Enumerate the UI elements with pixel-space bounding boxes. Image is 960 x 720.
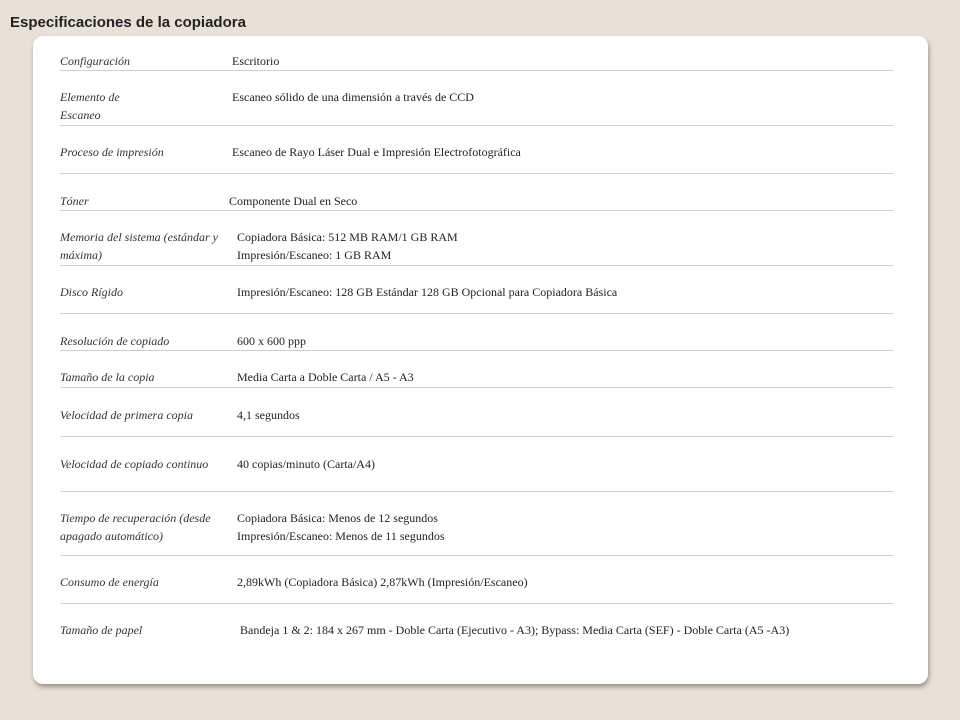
spec-row-primera-copia: Velocidad de primera copia 4,1 segundos — [60, 406, 893, 437]
specs-card: Configuración Escritorio Elemento de Esc… — [33, 36, 928, 684]
spec-value-line: Media Carta a Doble Carta / A5 - A3 — [237, 370, 414, 384]
spec-value: Escaneo de Rayo Láser Dual e Impresión E… — [232, 143, 892, 161]
spec-label: Elemento de Escaneo — [60, 90, 120, 122]
spec-value-line: Copiadora Básica: Menos de 12 segundos — [237, 511, 438, 525]
spec-value-line: 4,1 segundos — [237, 408, 300, 422]
spec-row-disco-rigido: Disco Rígido Impresión/Escaneo: 128 GB E… — [60, 283, 893, 314]
spec-value: 600 x 600 ppp — [237, 332, 897, 350]
spec-label: Configuración — [60, 54, 131, 68]
spec-value: Bandeja 1 & 2: 184 x 267 mm - Doble Cart… — [240, 621, 900, 639]
page-title: Especificaciones de la copiadora — [10, 14, 246, 31]
spec-row-memoria: Memoria del sistema (estándar y máxima) … — [60, 228, 893, 266]
spec-value-line: Componente Dual en Seco — [229, 194, 358, 208]
spec-value: Copiadora Básica: 512 MB RAM/1 GB RAM Imp… — [237, 228, 897, 264]
spec-label: Proceso de impresión — [60, 145, 164, 159]
spec-label: Tamaño de la copia — [60, 370, 155, 384]
spec-label: Disco Rígido — [60, 285, 123, 299]
spec-value-line: 2,89kWh (Copiadora Básica) 2,87kWh (Impr… — [237, 575, 528, 589]
spec-row-copiado-continuo: Velocidad de copiado continuo 40 copias/… — [60, 455, 893, 492]
spec-label: Velocidad de primera copia — [60, 408, 193, 422]
spec-value-line: Bandeja 1 & 2: 184 x 267 mm - Doble Cart… — [240, 623, 790, 637]
spec-row-consumo-energia: Consumo de energía 2,89kWh (Copiadora Bá… — [60, 573, 893, 604]
spec-value-line: Impresión/Escaneo: 1 GB RAM — [237, 248, 392, 262]
spec-label: Consumo de energía — [60, 575, 159, 589]
spec-label: Tamaño de papel — [60, 623, 143, 637]
spec-label: Velocidad de copiado continuo — [60, 457, 209, 471]
spec-label: Memoria del sistema (estándar y máxima) — [60, 230, 218, 262]
spec-value: 2,89kWh (Copiadora Básica) 2,87kWh (Impr… — [237, 573, 897, 591]
spec-value: Media Carta a Doble Carta / A5 - A3 — [237, 368, 897, 386]
spec-label: Tóner — [60, 194, 89, 208]
spec-value-line: Copiadora Básica: 512 MB RAM/1 GB RAM — [237, 230, 458, 244]
spec-row-tamano-copia: Tamaño de la copia Media Carta a Doble C… — [60, 368, 893, 388]
spec-row-toner: Tóner Componente Dual en Seco — [60, 192, 893, 211]
spec-row-resolucion: Resolución de copiado 600 x 600 ppp — [60, 332, 893, 351]
spec-value-line: Escaneo de Rayo Láser Dual e Impresión E… — [232, 145, 521, 159]
spec-value-line: Impresión/Escaneo: 128 GB Estándar 128 G… — [237, 285, 618, 299]
spec-label: Resolución de copiado — [60, 334, 170, 348]
spec-row-configuracion: Configuración Escritorio — [60, 52, 893, 71]
spec-value: 4,1 segundos — [237, 406, 897, 424]
spec-label: Tiempo de recuperación (desde apagado au… — [60, 511, 211, 543]
spec-value: Escaneo sólido de una dimensión a través… — [232, 88, 892, 106]
spec-value: Componente Dual en Seco — [229, 192, 889, 210]
spec-row-tiempo-recuperacion: Tiempo de recuperación (desde apagado au… — [60, 509, 893, 556]
spec-value-line: 40 copias/minuto (Carta/A4) — [237, 457, 375, 471]
spec-value: Impresión/Escaneo: 128 GB Estándar 128 G… — [237, 283, 897, 301]
spec-row-proceso-impresion: Proceso de impresión Escaneo de Rayo Lás… — [60, 143, 893, 174]
spec-value: Escritorio — [232, 52, 892, 70]
spec-value-line: Escaneo sólido de una dimensión a través… — [232, 90, 474, 104]
spec-row-elemento-escaneo: Elemento de Escaneo Escaneo sólido de un… — [60, 88, 893, 126]
spec-value: 40 copias/minuto (Carta/A4) — [237, 455, 897, 473]
spec-row-tamano-papel: Tamaño de papel Bandeja 1 & 2: 184 x 267… — [60, 621, 893, 639]
spec-value-line: Impresión/Escaneo: Menos de 11 segundos — [237, 529, 445, 543]
spec-value-line: Escritorio — [232, 54, 280, 68]
spec-value: Copiadora Básica: Menos de 12 segundos Im… — [237, 509, 897, 545]
spec-value-line: 600 x 600 ppp — [237, 334, 306, 348]
